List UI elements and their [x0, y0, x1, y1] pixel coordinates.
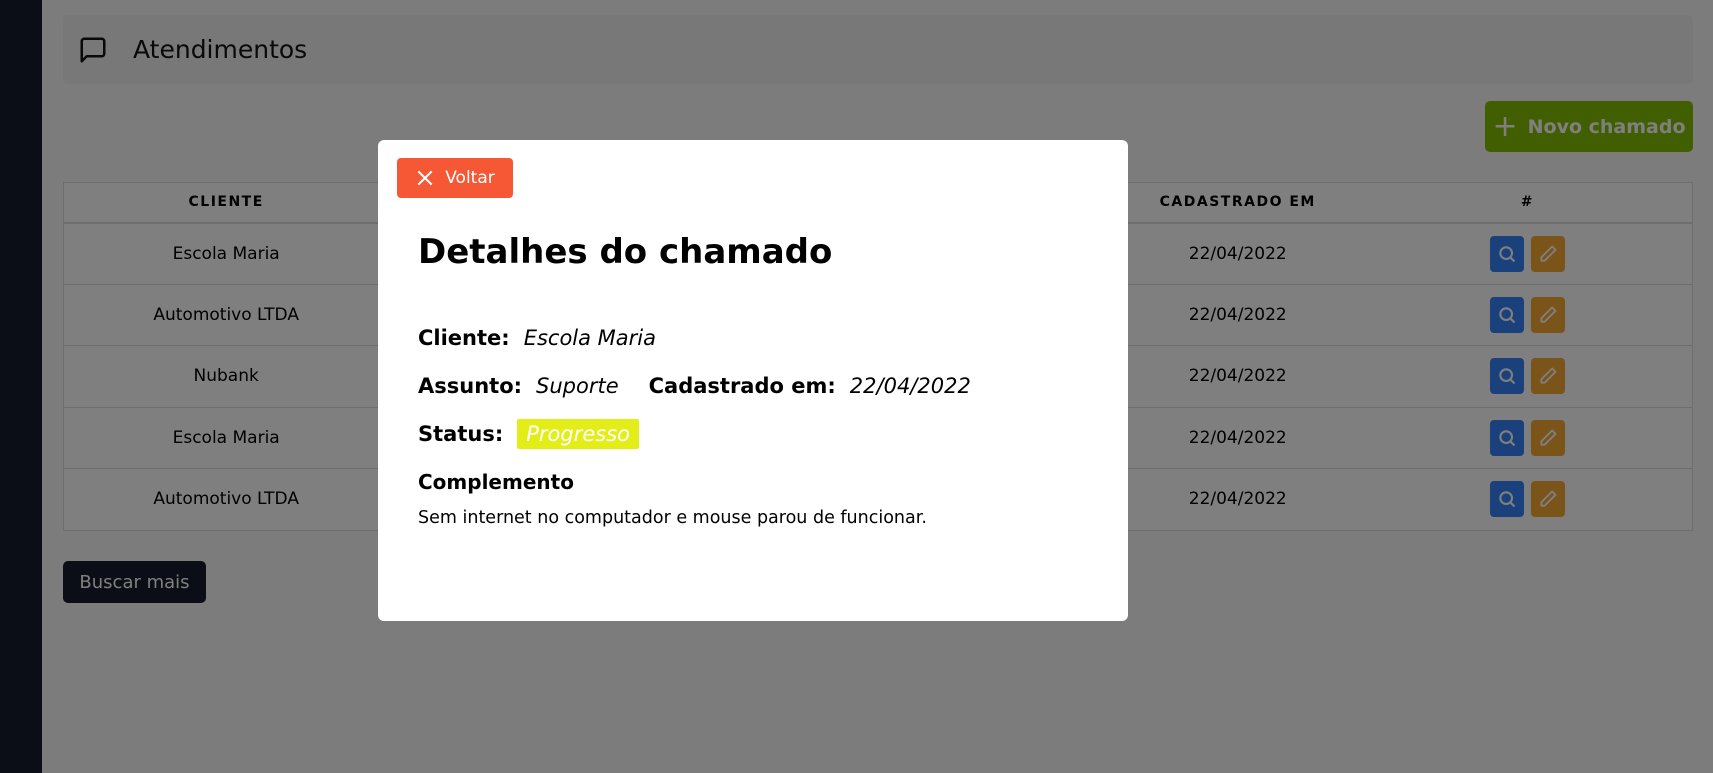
cadastrado-value: 22/04/2022: [849, 374, 971, 398]
close-modal-button[interactable]: Voltar: [397, 158, 513, 198]
modal-title: Detalhes do chamado: [418, 232, 833, 272]
status-label: Status:: [418, 422, 504, 446]
cliente-value: Escola Maria: [523, 326, 656, 350]
close-icon: [417, 170, 433, 186]
assunto-value: Suporte: [536, 374, 619, 398]
close-modal-label: Voltar: [445, 168, 495, 188]
complemento-heading: Complemento: [418, 470, 574, 494]
assunto-label: Assunto:: [418, 374, 523, 398]
cadastrado-label: Cadastrado em:: [648, 374, 836, 398]
row-status: Status: Progresso: [418, 419, 639, 449]
ticket-details-modal: Voltar Detalhes do chamado Cliente: Esco…: [378, 140, 1128, 621]
cliente-label: Cliente:: [418, 326, 510, 350]
row-cliente: Cliente: Escola Maria: [418, 326, 686, 350]
row-assunto: Assunto: Suporte Cadastrado em: 22/04/20…: [418, 374, 1001, 398]
status-badge: Progresso: [517, 419, 639, 449]
complemento-text: Sem internet no computador e mouse parou…: [418, 508, 927, 528]
